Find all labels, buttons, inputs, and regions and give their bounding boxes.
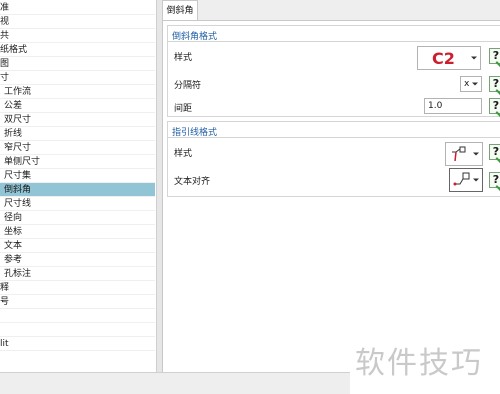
tab-chamfer[interactable]: 倒斜角 xyxy=(162,0,198,20)
tree-item-label: 工作流 xyxy=(4,87,32,97)
chevron-down-icon xyxy=(472,82,478,86)
tree-item[interactable] xyxy=(0,309,155,323)
separator-label: 分隔符 xyxy=(174,81,202,91)
leader-format-section: 指引线格式 样式 ? 文本对齐 ? xyxy=(167,121,500,197)
leader-style-icon xyxy=(452,146,466,162)
tree-item[interactable]: 参考 xyxy=(0,253,155,267)
tree-item[interactable]: 孔标注 xyxy=(0,267,155,281)
tree-item[interactable]: 窄尺寸 xyxy=(0,141,155,155)
tree-item[interactable]: 准 xyxy=(0,1,155,15)
spacing-input[interactable]: 1.0 xyxy=(424,98,482,114)
tree-item[interactable]: 释 xyxy=(0,281,155,295)
help-icon[interactable]: ? xyxy=(489,48,500,64)
tree-item[interactable]: 工作流 xyxy=(0,85,155,99)
tree-item-label: 单侧尺寸 xyxy=(4,157,41,167)
tree-item-label: 径向 xyxy=(4,213,23,223)
help-icon[interactable]: ? xyxy=(489,76,500,92)
section-divider xyxy=(168,137,500,138)
chamfer-style-dropdown[interactable]: C2 xyxy=(417,46,481,70)
text-align-icon xyxy=(453,172,470,186)
chevron-down-icon xyxy=(473,178,479,182)
chamfer-style-label: 样式 xyxy=(174,53,193,63)
watermark-text: 软件技巧 xyxy=(355,346,483,381)
separator-value: x xyxy=(464,79,470,89)
tree-item-label: 纸格式 xyxy=(0,45,28,55)
chamfer-style-value: C2 xyxy=(432,49,455,68)
help-icon[interactable]: ? xyxy=(489,144,500,160)
tree-item-label: 孔标注 xyxy=(4,269,32,279)
tree-item-label: 公差 xyxy=(4,101,23,111)
tree-item-label: 双尺寸 xyxy=(4,115,32,125)
tree-item[interactable]: 视 xyxy=(0,15,155,29)
tree-item[interactable]: 尺寸集 xyxy=(0,169,155,183)
tab-label: 倒斜角 xyxy=(166,6,194,16)
tree-item-label: 折线 xyxy=(4,129,23,139)
tree-item-label: 尺寸集 xyxy=(4,171,32,181)
tree-item[interactable]: lit xyxy=(0,337,155,351)
tree-item-label: 释 xyxy=(0,283,10,293)
tree-item[interactable]: 坐标 xyxy=(0,225,155,239)
tree-item-label: 文本 xyxy=(4,241,23,251)
chevron-down-icon xyxy=(471,56,477,60)
tree-item-label: 参考 xyxy=(4,255,23,265)
tree-item-label: 准 xyxy=(0,3,10,13)
tree-item-label: 窄尺寸 xyxy=(4,143,32,153)
tree-item[interactable]: 折线 xyxy=(0,127,155,141)
tree-item-label: 坐标 xyxy=(4,227,23,237)
separator-dropdown[interactable]: x xyxy=(460,76,482,92)
tree-item-label: 共 xyxy=(0,31,10,41)
tree-item-label: 图 xyxy=(0,59,10,69)
help-icon[interactable]: ? xyxy=(489,172,500,188)
tree-item[interactable]: 纸格式 xyxy=(0,43,155,57)
tree-item[interactable]: 号 xyxy=(0,295,155,309)
tree-item[interactable] xyxy=(0,323,155,337)
tree-item-label: 寸 xyxy=(0,73,10,83)
leader-style-dropdown[interactable] xyxy=(445,142,483,166)
leader-style-label: 样式 xyxy=(174,149,193,159)
tree-item[interactable]: 寸 xyxy=(0,71,155,85)
text-align-dropdown[interactable] xyxy=(449,168,483,192)
tree-item[interactable]: 单侧尺寸 xyxy=(0,155,155,169)
tree-item-label: 视 xyxy=(0,17,10,27)
tree-item[interactable]: 文本 xyxy=(0,239,155,253)
tree-item-label: 尺寸线 xyxy=(4,199,32,209)
tree-item[interactable]: 双尺寸 xyxy=(0,113,155,127)
text-align-label: 文本对齐 xyxy=(174,177,211,187)
tree-item-label: 号 xyxy=(0,297,10,307)
tree-item-selected[interactable]: 倒斜角 xyxy=(0,183,155,197)
chamfer-format-section: 倒斜角格式 样式 C2 ? 分隔符 x ? 间距 1.0 ? xyxy=(167,25,500,117)
spacing-label: 间距 xyxy=(174,104,193,114)
section-divider xyxy=(168,41,500,42)
tree-item[interactable]: 径向 xyxy=(0,211,155,225)
settings-content: 倒斜角格式 样式 C2 ? 分隔符 x ? 间距 1.0 ? 指引线格式 样式 xyxy=(162,20,500,372)
tree-item-label: lit xyxy=(0,339,9,349)
help-icon[interactable]: ? xyxy=(489,98,500,114)
chevron-down-icon xyxy=(473,152,479,156)
tree-item[interactable]: 图 xyxy=(0,57,155,71)
spacing-value: 1.0 xyxy=(428,101,443,111)
tree-item[interactable]: 尺寸线 xyxy=(0,197,155,211)
tree-item[interactable]: 共 xyxy=(0,29,155,43)
tree-item-label: 倒斜角 xyxy=(4,185,32,195)
settings-tree: 准 视 共 纸格式 图 寸 工作流 公差 双尺寸 折线 窄尺寸 单侧尺寸 尺寸集… xyxy=(0,0,157,372)
tree-item[interactable]: 公差 xyxy=(0,99,155,113)
